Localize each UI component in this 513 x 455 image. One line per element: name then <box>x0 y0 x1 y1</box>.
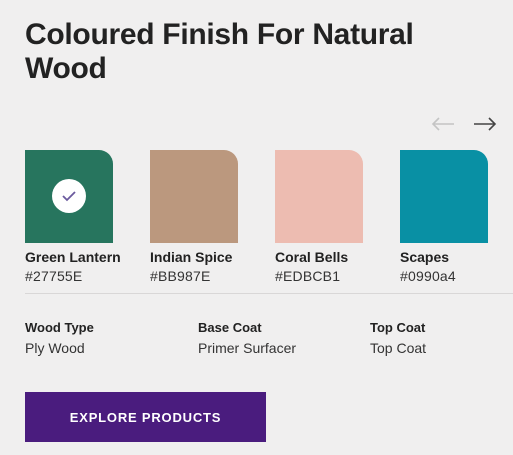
spec-value: Primer Surfacer <box>198 340 297 356</box>
swatch-green-lantern[interactable]: Green Lantern #27755E <box>25 150 140 285</box>
explore-products-button[interactable]: EXPLORE PRODUCTS <box>25 392 266 442</box>
swatch-name: Indian Spice <box>150 249 233 265</box>
swatch-hex: #EDBCB1 <box>275 268 341 284</box>
swatch-scapes[interactable]: Scapes #0990a4 <box>400 150 513 285</box>
spec-value: Ply Wood <box>25 340 85 356</box>
arrow-right-icon[interactable] <box>472 112 498 136</box>
spec-wood-type: Wood Type Ply Wood <box>25 320 94 357</box>
swatch-name: Coral Bells <box>275 249 349 265</box>
swatch-color[interactable] <box>25 150 113 243</box>
spec-top-coat: Top Coat Top Coat <box>370 320 426 357</box>
swatch-color[interactable] <box>150 150 238 243</box>
swatch-hex: #0990a4 <box>400 268 456 284</box>
finish-specs: Wood Type Ply Wood Base Coat Primer Surf… <box>25 320 495 360</box>
swatch-hex: #27755E <box>25 268 83 284</box>
swatch-color[interactable] <box>275 150 363 243</box>
swatch-color[interactable] <box>400 150 488 243</box>
swatch-list: Green Lantern #27755E Indian Spice #BB98… <box>25 150 513 293</box>
spec-base-coat: Base Coat Primer Surfacer <box>198 320 296 357</box>
swatch-coral-bells[interactable]: Coral Bells #EDBCB1 <box>275 150 390 285</box>
spec-label: Base Coat <box>198 320 262 335</box>
spec-label: Top Coat <box>370 320 426 335</box>
spec-value: Top Coat <box>370 340 427 356</box>
swatch-indian-spice[interactable]: Indian Spice #BB987E <box>150 150 265 285</box>
swatch-name: Green Lantern <box>25 249 121 265</box>
check-icon <box>52 179 86 213</box>
divider <box>25 293 513 294</box>
arrow-left-icon[interactable] <box>430 112 456 136</box>
spec-label: Wood Type <box>25 320 94 335</box>
swatch-name: Scapes <box>400 249 450 265</box>
page-title: Coloured Finish For Natural Wood <box>25 18 414 85</box>
page: Coloured Finish For Natural Wood Green L… <box>0 0 513 455</box>
swatch-hex: #BB987E <box>150 268 211 284</box>
carousel-nav <box>430 112 498 136</box>
